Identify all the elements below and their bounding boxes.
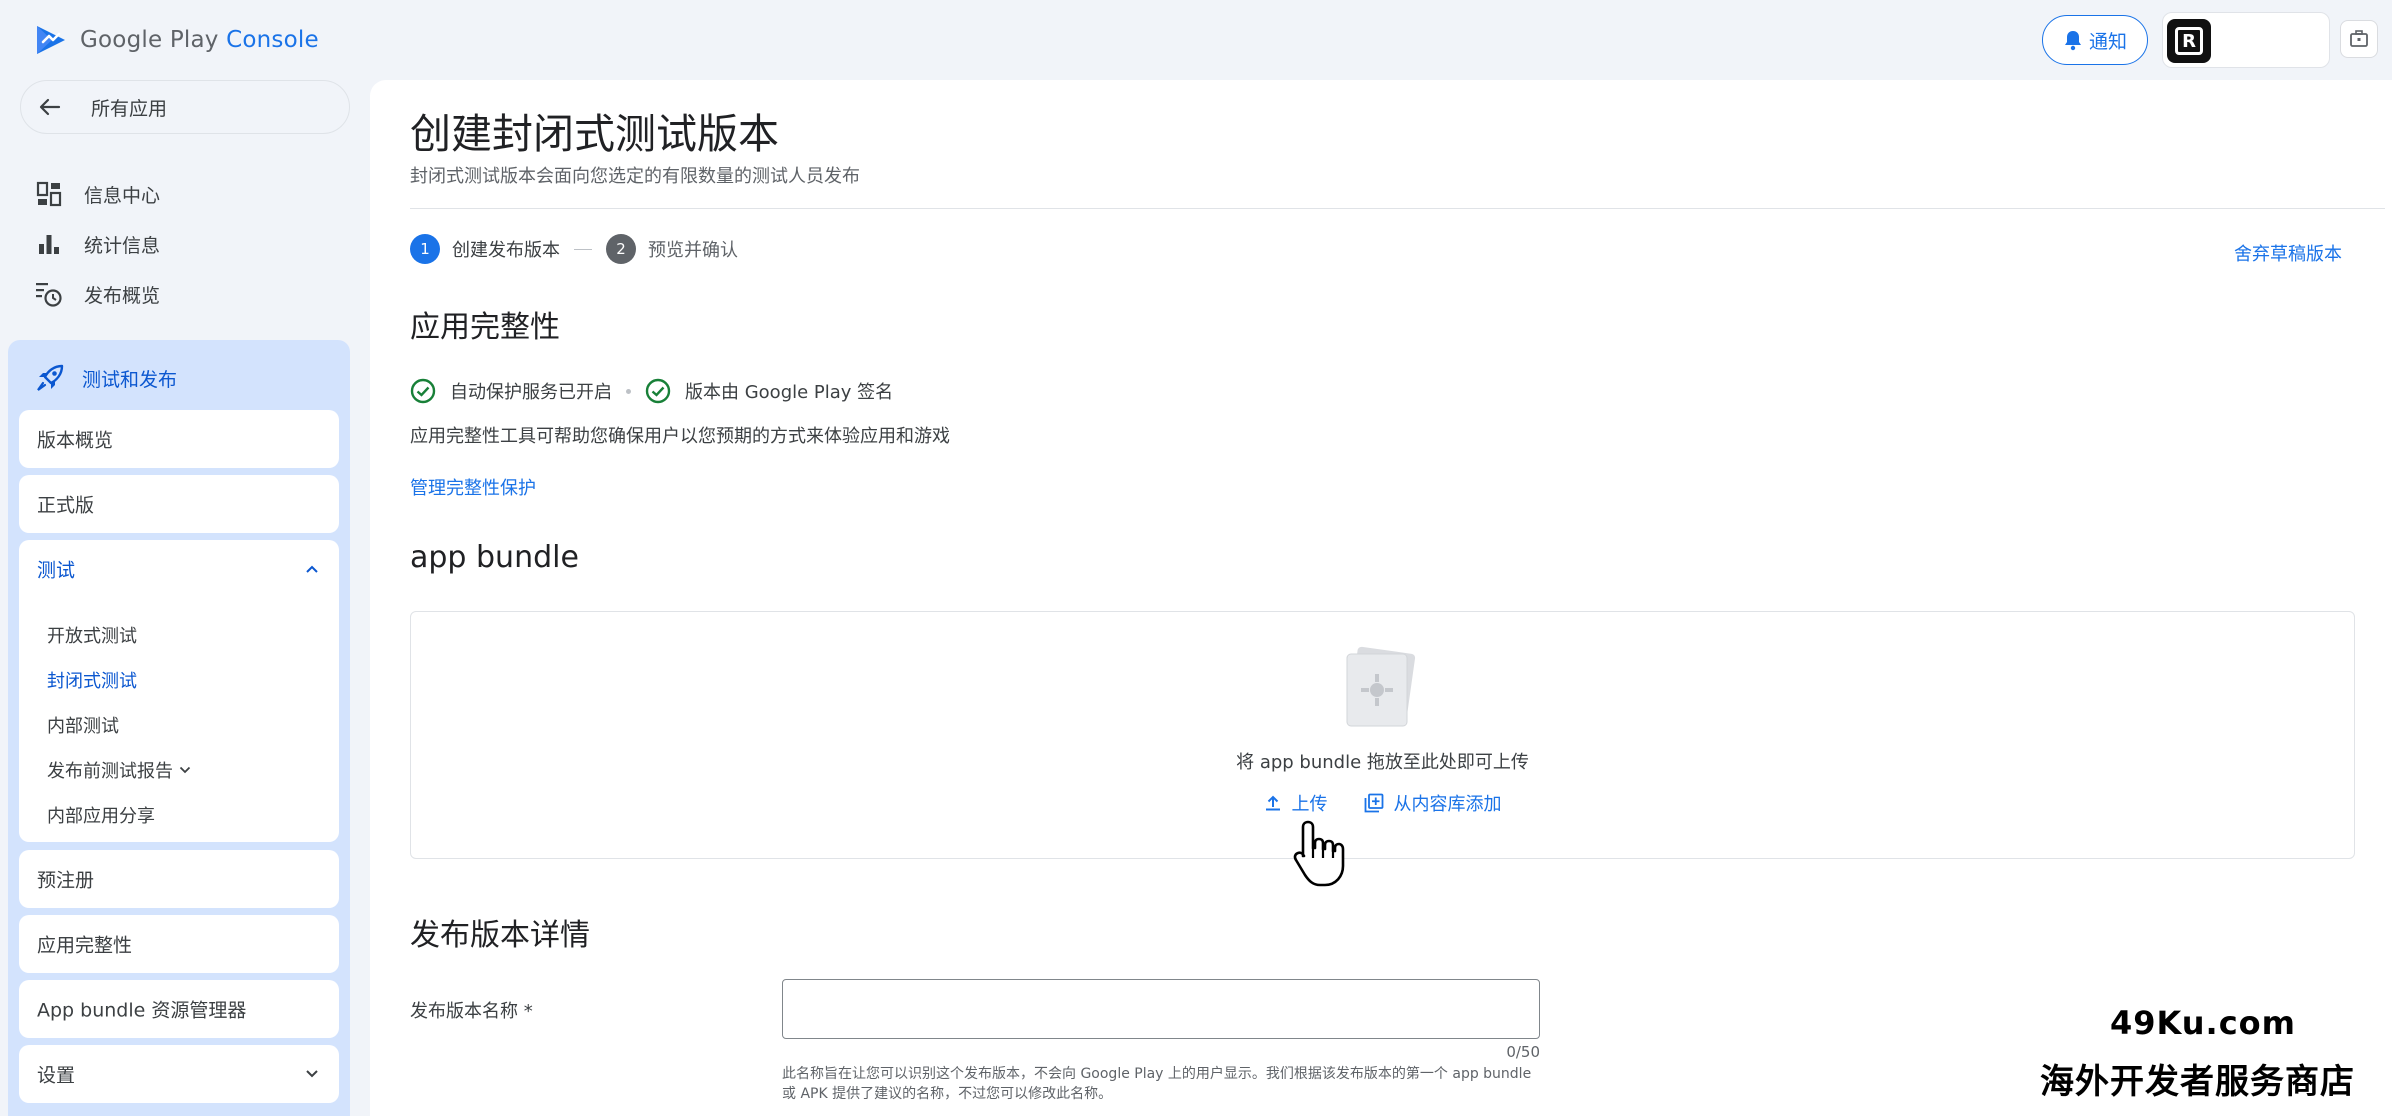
release-name-helper: 此名称旨在让您可以识别这个发布版本，不会向 Google Play 上的用户显示… bbox=[782, 1066, 1532, 1102]
auto-protection-status: 自动保护服务已开启 bbox=[450, 382, 612, 403]
scrollbar[interactable] bbox=[2384, 80, 2392, 1116]
card-label: 设置 bbox=[37, 1064, 76, 1087]
release-name-label: 发布版本名称 * bbox=[410, 1001, 533, 1022]
step-number: 1 bbox=[410, 234, 440, 264]
sidebar-item-pre-launch-report[interactable]: 发布前测试报告 bbox=[47, 757, 191, 783]
testing-and-release-section: 测试和发布 版本概览 正式版 测试 开放式测试 封闭式测试 内部测试 发布前测试… bbox=[8, 340, 350, 1116]
all-apps-button[interactable]: 所有应用 bbox=[20, 80, 350, 134]
sub-item-label: 内部应用分享 bbox=[47, 806, 155, 827]
release-history-icon bbox=[34, 279, 64, 309]
sidebar-item-settings[interactable]: 设置 bbox=[19, 1045, 339, 1103]
watermark-slogan: 海外开发者服务商店 bbox=[2040, 1062, 2355, 1102]
discard-draft-link[interactable]: 舍弃草稿版本 bbox=[2234, 240, 2342, 266]
step-number: 2 bbox=[606, 234, 636, 264]
step-connector bbox=[574, 248, 592, 250]
integrity-description: 应用完整性工具可帮助您确保用户以您预期的方式来体验应用和游戏 bbox=[410, 426, 950, 447]
sidebar-item-closed-testing[interactable]: 封闭式测试 bbox=[47, 667, 137, 693]
chevron-up-icon bbox=[305, 564, 319, 574]
notifications-button[interactable]: 通知 bbox=[2042, 15, 2148, 65]
page-title: 创建封闭式测试版本 bbox=[410, 110, 779, 158]
sidebar-item-release-overview[interactable]: 发布概览 bbox=[34, 274, 160, 314]
sidebar-item-production[interactable]: 正式版 bbox=[19, 475, 339, 533]
card-label: 应用完整性 bbox=[37, 934, 133, 957]
dashboard-icon bbox=[34, 179, 64, 209]
sidebar-item-bundle-explorer[interactable]: App bundle 资源管理器 bbox=[19, 980, 339, 1038]
account-switcher[interactable]: R bbox=[2162, 12, 2330, 68]
play-console-logo-icon bbox=[37, 26, 65, 54]
release-name-input[interactable] bbox=[782, 979, 1540, 1039]
chevron-down-icon bbox=[179, 766, 191, 774]
sidebar-group-testing: 测试 开放式测试 封闭式测试 内部测试 发布前测试报告 内部应用分享 bbox=[19, 540, 339, 842]
chevron-down-icon bbox=[305, 1069, 319, 1079]
sidebar-item-internal-app-sharing[interactable]: 内部应用分享 bbox=[47, 802, 155, 828]
page-subtitle: 封闭式测试版本会面向您选定的有限数量的测试人员发布 bbox=[410, 166, 860, 187]
divider bbox=[410, 208, 2385, 209]
notifications-label: 通知 bbox=[2088, 30, 2127, 53]
sidebar-item-internal-testing[interactable]: 内部测试 bbox=[47, 712, 119, 738]
hand-pointer-cursor-icon bbox=[1293, 820, 1345, 887]
sidebar-item-statistics[interactable]: 统计信息 bbox=[34, 224, 160, 264]
watermark-domain: 49Ku.com bbox=[2110, 1004, 2296, 1042]
card-label: App bundle 资源管理器 bbox=[37, 999, 247, 1022]
sidebar-item-open-testing[interactable]: 开放式测试 bbox=[47, 622, 137, 648]
step-label-preview[interactable]: 预览并确认 bbox=[648, 236, 738, 262]
library-add-icon bbox=[1364, 793, 1383, 813]
top-bar: Google Play Console 通知 R bbox=[0, 0, 2392, 80]
sidebar-item-preregistration[interactable]: 预注册 bbox=[19, 850, 339, 908]
sub-item-label: 发布前测试报告 bbox=[47, 761, 173, 782]
all-apps-label: 所有应用 bbox=[91, 97, 168, 120]
add-from-library-button[interactable]: 从内容库添加 bbox=[1364, 790, 1502, 816]
sidebar-item-testing-and-release[interactable]: 测试和发布 bbox=[34, 354, 177, 402]
sidebar-item-release-versions[interactable]: 版本概览 bbox=[19, 410, 339, 468]
logo-text: Google Play Console bbox=[80, 27, 319, 53]
r-logo-icon: R bbox=[2175, 27, 2203, 55]
check-circle-icon bbox=[410, 378, 436, 404]
card-label: 正式版 bbox=[37, 494, 95, 517]
step-label-create[interactable]: 创建发布版本 bbox=[452, 236, 560, 262]
check-circle-icon bbox=[645, 378, 671, 404]
briefcase-icon bbox=[2350, 30, 2368, 47]
sub-item-label: 开放式测试 bbox=[47, 626, 137, 647]
google-play-console-logo[interactable]: Google Play Console bbox=[34, 22, 319, 58]
upload-button[interactable]: 上传 bbox=[1264, 790, 1328, 816]
card-label: 版本概览 bbox=[37, 429, 114, 452]
upload-icon bbox=[1265, 795, 1280, 811]
integrity-status-row: 自动保护服务已开启 版本由 Google Play 签名 bbox=[410, 376, 893, 406]
manage-integrity-link[interactable]: 管理完整性保护 bbox=[410, 474, 536, 500]
card-label: 预注册 bbox=[37, 869, 95, 892]
sidebar-item-testing[interactable]: 测试 bbox=[19, 540, 339, 598]
bundle-file-icon bbox=[1346, 646, 1416, 727]
app-bundle-heading: app bundle bbox=[410, 540, 579, 575]
play-signing-status: 版本由 Google Play 签名 bbox=[685, 382, 894, 403]
developer-avatar: R bbox=[2167, 19, 2211, 63]
stepper: 1 创建发布版本 2 预览并确认 bbox=[410, 232, 738, 266]
upload-label: 上传 bbox=[1291, 794, 1328, 815]
sidebar-item-app-integrity[interactable]: 应用完整性 bbox=[19, 915, 339, 973]
release-details-heading: 发布版本详情 bbox=[410, 918, 590, 953]
app-integrity-heading: 应用完整性 bbox=[410, 310, 560, 345]
sidebar-item-dashboard[interactable]: 信息中心 bbox=[34, 174, 160, 214]
char-counter: 0/50 bbox=[1506, 1043, 1540, 1061]
library-label: 从内容库添加 bbox=[1393, 794, 1502, 815]
card-label: 测试 bbox=[37, 559, 76, 582]
sidebar-item-label: 统计信息 bbox=[84, 234, 161, 257]
section-title: 测试和发布 bbox=[82, 368, 178, 391]
separator-dot bbox=[626, 388, 631, 394]
bar-chart-icon bbox=[34, 229, 64, 259]
dropzone-text: 将 app bundle 拖放至此处即可上传 bbox=[1236, 752, 1529, 773]
bell-icon bbox=[2064, 31, 2081, 51]
dropzone-actions: 上传 从内容库添加 bbox=[411, 790, 2354, 816]
developer-account-button[interactable] bbox=[2340, 20, 2378, 58]
sub-item-label: 封闭式测试 bbox=[47, 671, 137, 692]
sidebar-item-label: 发布概览 bbox=[84, 284, 161, 307]
app-bundle-dropzone[interactable]: 将 app bundle 拖放至此处即可上传 上传 从内容库添加 bbox=[410, 611, 2355, 859]
sidebar-item-label: 信息中心 bbox=[84, 184, 161, 207]
rocket-icon bbox=[34, 362, 66, 394]
main-content: 创建封闭式测试版本 封闭式测试版本会面向您选定的有限数量的测试人员发布 1 创建… bbox=[370, 80, 2392, 1116]
arrow-back-icon bbox=[39, 98, 69, 116]
sub-item-label: 内部测试 bbox=[47, 716, 119, 737]
